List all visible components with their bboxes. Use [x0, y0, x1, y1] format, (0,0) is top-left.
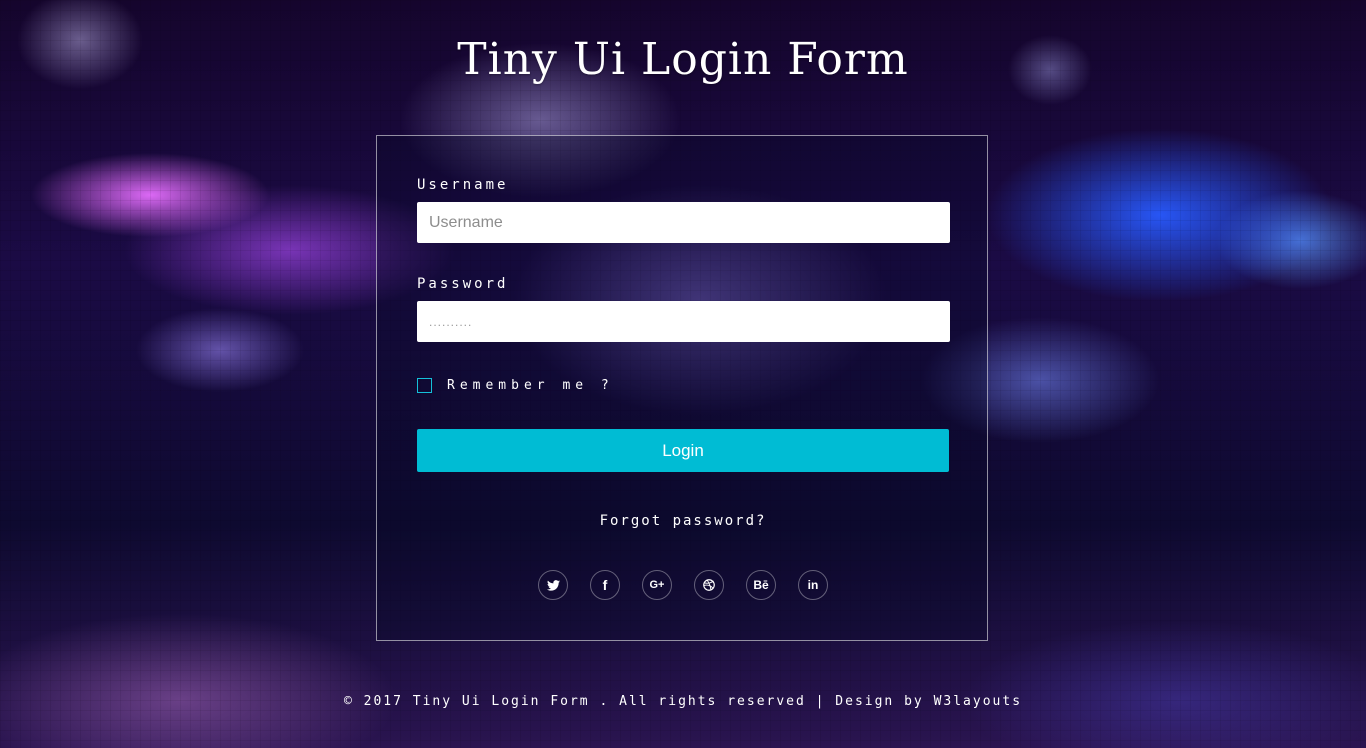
remember-me-row: Remember me ? [417, 377, 614, 393]
footer: © 2017 Tiny Ui Login Form . All rights r… [0, 694, 1366, 709]
linkedin-icon: in [807, 578, 819, 592]
facebook-button[interactable]: f [590, 570, 620, 600]
password-input[interactable] [417, 301, 950, 342]
login-button[interactable]: Login [417, 429, 949, 472]
dribbble-button[interactable] [694, 570, 724, 600]
username-label: Username [417, 177, 509, 193]
footer-copyright: © 2017 Tiny Ui Login Form . All rights r… [343, 694, 934, 709]
login-form: Username Password Remember me ? Login Fo… [376, 135, 988, 641]
twitter-icon [546, 579, 560, 591]
facebook-icon: f [602, 577, 608, 593]
behance-button[interactable]: Bē [746, 570, 776, 600]
twitter-button[interactable] [538, 570, 568, 600]
page-title: Tiny Ui Login Form [457, 34, 909, 85]
footer-design-link[interactable]: W3layouts [934, 694, 1022, 709]
dribbble-icon [703, 579, 715, 591]
remember-me-checkbox[interactable] [417, 377, 432, 393]
password-label: Password [417, 276, 509, 292]
remember-me-label[interactable]: Remember me ? [447, 378, 614, 393]
google-plus-icon: G+ [649, 579, 665, 591]
forgot-password-link[interactable]: Forgot password? [377, 513, 989, 529]
google-plus-button[interactable]: G+ [642, 570, 672, 600]
username-input[interactable] [417, 202, 950, 243]
behance-icon: Bē [753, 578, 769, 592]
social-links: f G+ Bē in [377, 570, 989, 600]
linkedin-button[interactable]: in [798, 570, 828, 600]
